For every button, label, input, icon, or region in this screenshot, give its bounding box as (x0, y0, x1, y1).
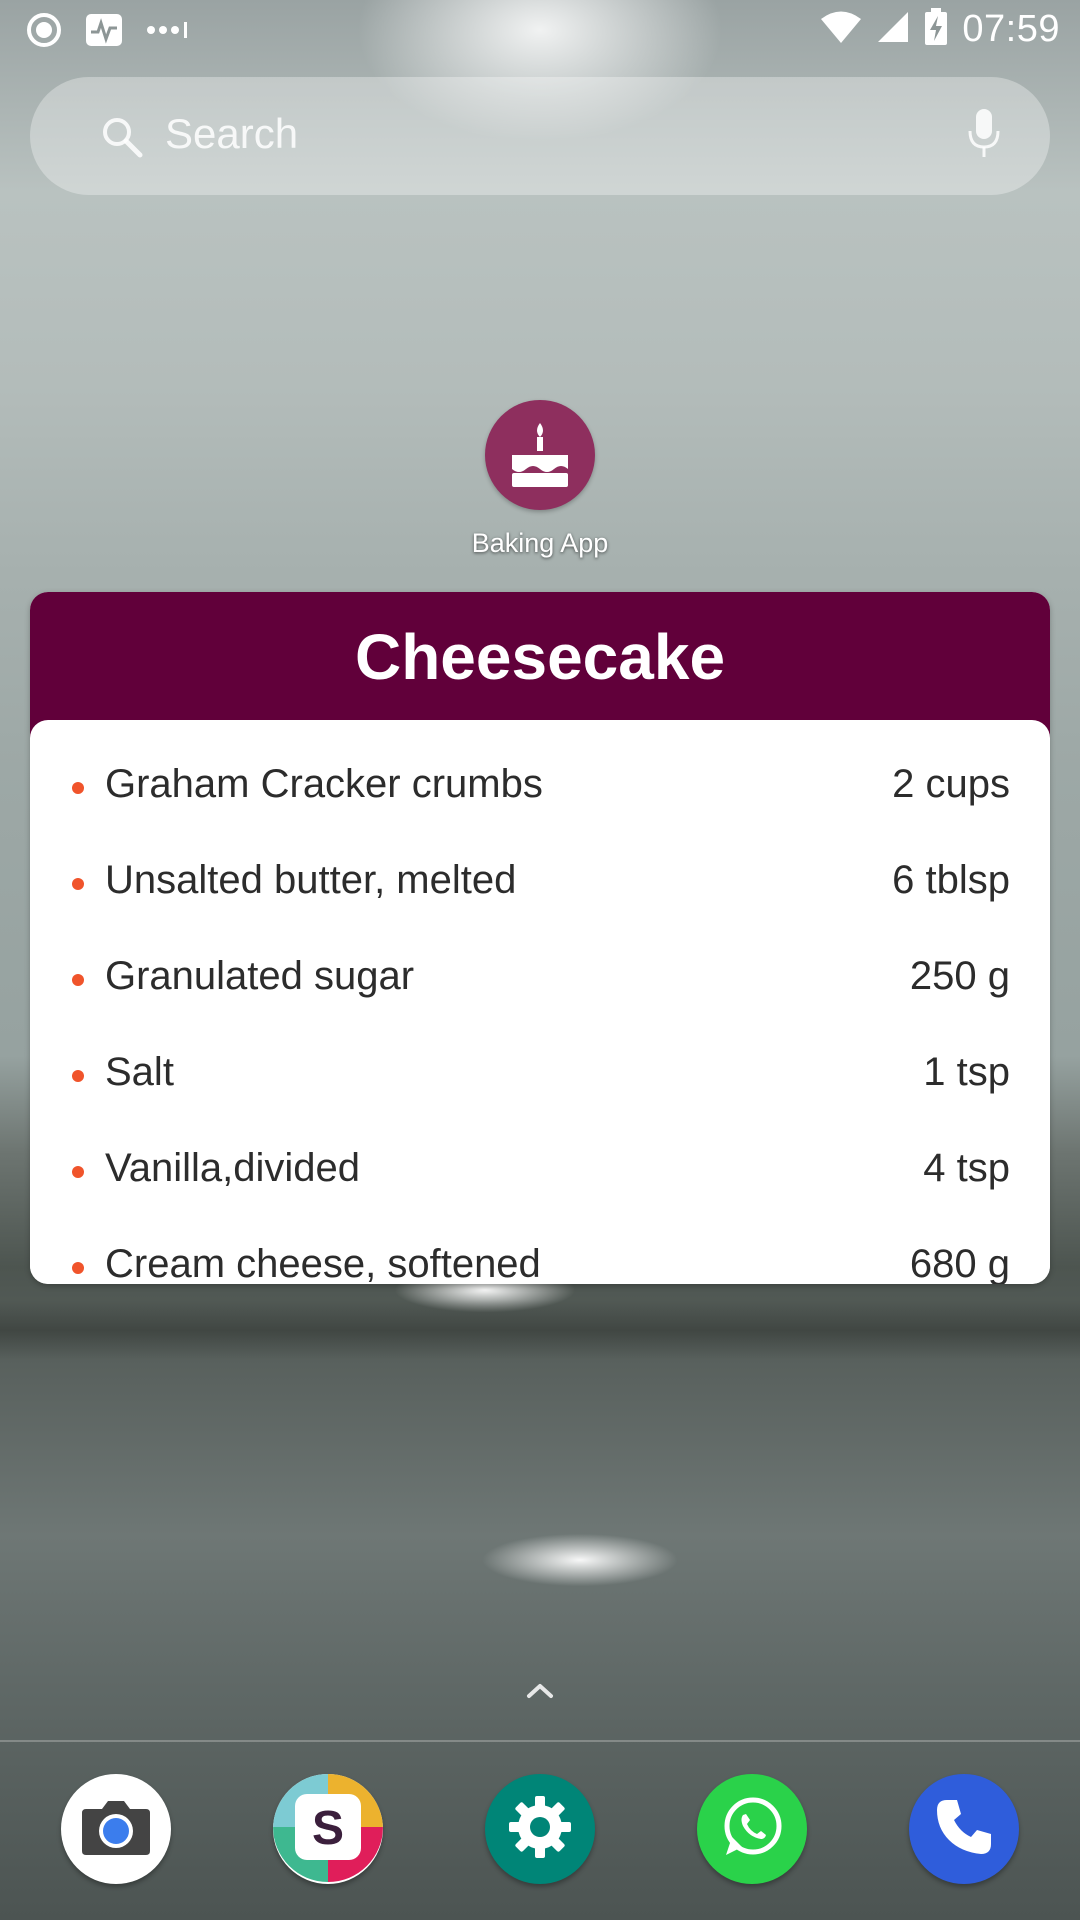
ingredient-name: Granulated sugar (105, 954, 415, 998)
bullet-icon (72, 1262, 84, 1274)
list-item: Salt 1 tsp (30, 1008, 1050, 1104)
microphone-icon[interactable] (966, 107, 1002, 164)
ingredient-name: Salt (105, 1050, 174, 1094)
cellular-signal-icon (876, 10, 910, 49)
recipe-title: Cheesecake (354, 621, 726, 693)
bullet-icon (72, 782, 84, 794)
slack-app[interactable]: S (273, 1774, 383, 1884)
baking-app-shortcut[interactable]: Baking App (440, 400, 640, 559)
ingredient-quantity: 250 g (909, 954, 1010, 998)
list-item: Graham Cracker crumbs 2 cups (30, 720, 1050, 816)
ingredient-quantity: 2 cups (892, 762, 1010, 806)
app-label: Baking App (471, 528, 609, 558)
dock-divider (0, 1740, 1080, 1742)
ingredient-name: Unsalted butter, melted (105, 858, 517, 902)
list-item: Unsalted butter, melted 6 tblsp (30, 816, 1050, 912)
list-item: Vanilla,divided 4 tsp (30, 1104, 1050, 1200)
record-icon (26, 12, 62, 53)
more-notifications-icon (146, 20, 192, 45)
search-bar[interactable]: Search (30, 77, 1050, 195)
ingredient-name: Cream cheese, softened (105, 1242, 541, 1284)
wifi-icon (820, 10, 862, 49)
ingredient-quantity: 1 tsp (923, 1050, 1010, 1094)
battery-charging-icon (924, 8, 948, 51)
settings-icon (505, 1792, 575, 1867)
whatsapp-app[interactable] (697, 1774, 807, 1884)
clock: 07:59 (962, 8, 1060, 50)
camera-app[interactable] (61, 1774, 171, 1884)
camera-icon (78, 1797, 154, 1862)
bullet-icon (72, 878, 84, 890)
list-item: Cream cheese, softened 680 g (30, 1200, 1050, 1284)
phone-app[interactable] (909, 1774, 1019, 1884)
status-bar: 07:59 (0, 0, 1080, 60)
ingredient-name: Graham Cracker crumbs (105, 762, 543, 806)
phone-icon (933, 1796, 995, 1863)
ingredient-name: Vanilla,divided (105, 1146, 360, 1190)
slack-letter: S (312, 1802, 344, 1855)
ingredient-quantity: 4 tsp (923, 1146, 1010, 1190)
slack-icon: S (273, 1774, 383, 1884)
list-item: Granulated sugar 250 g (30, 912, 1050, 1008)
settings-app[interactable] (485, 1774, 595, 1884)
ingredient-list[interactable]: Graham Cracker crumbs 2 cups Unsalted bu… (30, 720, 1050, 1284)
cake-icon (485, 400, 595, 510)
search-placeholder: Search (165, 110, 299, 157)
search-icon (100, 115, 144, 164)
ingredient-quantity: 6 tblsp (892, 858, 1010, 902)
bullet-icon (72, 1166, 84, 1178)
ingredient-quantity: 680 g (909, 1242, 1010, 1284)
bullet-icon (72, 974, 84, 986)
wallpaper-horizon (0, 1300, 1080, 1360)
chevron-up-icon[interactable] (525, 1680, 555, 1705)
bullet-icon (72, 1070, 84, 1082)
home-screen: 07:59 Search Baking App Cheesecake Graha… (0, 0, 1080, 1920)
recipe-widget[interactable]: Cheesecake Graham Cracker crumbs 2 cups … (30, 592, 1050, 1284)
activity-icon (84, 12, 124, 53)
whatsapp-icon (716, 1791, 788, 1868)
